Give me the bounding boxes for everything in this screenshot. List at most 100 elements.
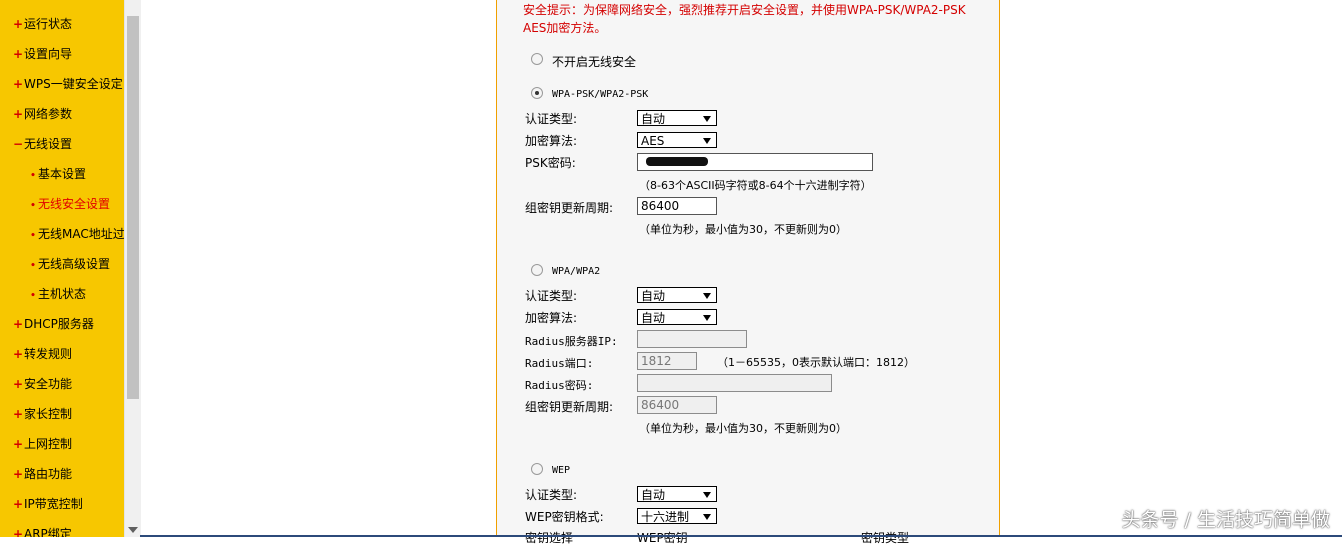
wpa-rekey-hint: （单位为秒，最小值为30，不更新则为0）: [639, 422, 847, 435]
wep-col-key-type: 密钥类型: [861, 531, 910, 545]
wep-col-key-select: 密钥选择: [525, 531, 574, 545]
radio-wpa-label: WPA/WPA2: [552, 266, 601, 277]
psk-cipher-select[interactable]: AES: [637, 132, 717, 148]
sidebar-item-label: 无线安全设置: [38, 197, 111, 211]
sidebar-item-access-control[interactable]: +上网控制: [12, 435, 72, 453]
radius-ip-input[interactable]: [637, 330, 747, 348]
select-value: 自动: [641, 488, 666, 502]
select-value: 自动: [641, 112, 666, 126]
sidebar-scrollbar[interactable]: [124, 0, 141, 537]
sidebar-item-network[interactable]: +网络参数: [12, 105, 72, 123]
redacted-password-mask: [646, 157, 708, 166]
psk-auth-type-label: 认证类型:: [525, 112, 578, 126]
psk-password-hint: （8-63个ASCII码字符或8-64个十六进制字符）: [639, 179, 872, 192]
scroll-down-arrow-icon[interactable]: [128, 527, 138, 533]
expand-plus-icon: +: [12, 497, 24, 511]
dropdown-arrow-icon: [703, 514, 711, 520]
expand-plus-icon: +: [12, 347, 24, 361]
bullet-icon: •: [30, 201, 36, 211]
radio-wpa-psk[interactable]: [531, 87, 543, 99]
sidebar-subitem-advanced[interactable]: • 无线高级设置: [28, 255, 110, 273]
wep-col-wep-key: WEP密钥: [637, 531, 688, 545]
sidebar-item-routing[interactable]: +路由功能: [12, 465, 72, 483]
psk-rekey-label: 组密钥更新周期:: [525, 201, 614, 215]
psk-password-input[interactable]: [637, 153, 873, 171]
select-value: 十六进制: [641, 510, 690, 524]
sidebar-item-forwarding[interactable]: +转发规则: [12, 345, 72, 363]
collapse-minus-icon: −: [12, 137, 24, 151]
expand-plus-icon: +: [12, 467, 24, 481]
wep-key-format-select[interactable]: 十六进制: [637, 508, 717, 524]
sidebar-item-security-func[interactable]: +安全功能: [12, 375, 72, 393]
wpa-cipher-label: 加密算法:: [525, 311, 578, 325]
sidebar-menu: +运行状态 +设置向导 +WPS一键安全设定 +网络参数 −无线设置 • 基本设置…: [0, 0, 124, 537]
expand-plus-icon: +: [12, 377, 24, 391]
radio-wep[interactable]: [531, 463, 543, 475]
wpa-auth-type-select[interactable]: 自动: [637, 287, 717, 303]
scrollbar-thumb[interactable]: [127, 16, 139, 399]
expand-plus-icon: +: [12, 527, 24, 537]
sidebar-item-label: 路由功能: [24, 467, 73, 481]
bullet-icon: •: [30, 261, 36, 271]
sidebar-item-label: IP带宽控制: [24, 497, 83, 511]
radius-port-input[interactable]: 1812: [637, 352, 697, 370]
wep-key-format-label: WEP密钥格式:: [525, 510, 604, 524]
dropdown-arrow-icon: [703, 116, 711, 122]
sidebar-item-wps[interactable]: +WPS一键安全设定: [12, 75, 123, 93]
radius-port-hint: （1－65535，0表示默认端口：1812）: [717, 356, 915, 369]
psk-rekey-hint: （单位为秒，最小值为30，不更新则为0）: [639, 223, 847, 236]
sidebar-item-arp[interactable]: +ARP绑定: [12, 525, 72, 537]
wpa-cipher-select[interactable]: 自动: [637, 309, 717, 325]
sidebar-subitem-basic[interactable]: • 基本设置: [28, 165, 86, 183]
bullet-icon: •: [30, 171, 36, 181]
sidebar-item-parental[interactable]: +家长控制: [12, 405, 72, 423]
sidebar-item-label: 无线设置: [24, 137, 73, 151]
radio-wpa-psk-label: WPA-PSK/WPA2-PSK: [552, 89, 649, 100]
radio-no-security-label: 不开启无线安全: [552, 55, 637, 69]
psk-cipher-label: 加密算法:: [525, 134, 578, 148]
sidebar-item-wireless[interactable]: −无线设置: [12, 135, 72, 153]
expand-plus-icon: +: [12, 437, 24, 451]
sidebar-item-label: 家长控制: [24, 407, 73, 421]
psk-password-label: PSK密码:: [525, 156, 576, 170]
sidebar-item-label: 安全功能: [24, 377, 73, 391]
sidebar-item-label: 上网控制: [24, 437, 73, 451]
radio-wpa[interactable]: [531, 264, 543, 276]
radius-password-input[interactable]: [637, 374, 832, 392]
select-value: 自动: [641, 289, 666, 303]
radius-password-label: Radius密码:: [525, 379, 594, 392]
bullet-icon: •: [30, 291, 36, 301]
expand-plus-icon: +: [12, 407, 24, 421]
sidebar-subitem-security[interactable]: • 无线安全设置: [28, 195, 110, 213]
sidebar-item-label: 无线高级设置: [38, 257, 111, 271]
sidebar-subitem-mac-filter[interactable]: •无线MAC地址过滤: [28, 225, 124, 243]
sidebar-item-bandwidth[interactable]: +IP带宽控制: [12, 495, 83, 513]
sidebar-item-label: 基本设置: [38, 167, 87, 181]
sidebar-item-label: 设置向导: [24, 47, 73, 61]
sidebar-item-label: 网络参数: [24, 107, 73, 121]
wpa-rekey-input[interactable]: 86400: [637, 396, 717, 414]
expand-plus-icon: +: [12, 107, 24, 121]
dropdown-arrow-icon: [703, 492, 711, 498]
sidebar-item-status[interactable]: +运行状态: [12, 15, 72, 33]
watermark-text: 头条号 / 生活技巧简单做: [1121, 509, 1330, 531]
sidebar-subitem-host-status[interactable]: • 主机状态: [28, 285, 86, 303]
sidebar-item-label: 主机状态: [38, 287, 87, 301]
sidebar-item-label: 运行状态: [24, 17, 73, 31]
select-value: AES: [641, 134, 665, 148]
sidebar-item-label: WPS一键安全设定: [24, 77, 123, 91]
sidebar-item-label: 无线MAC地址过滤: [38, 227, 124, 241]
bullet-icon: •: [30, 231, 36, 241]
sidebar-item-dhcp[interactable]: +DHCP服务器: [12, 315, 94, 333]
sidebar-item-wizard[interactable]: +设置向导: [12, 45, 72, 63]
psk-rekey-input[interactable]: 86400: [637, 197, 717, 215]
radio-no-security[interactable]: [531, 53, 543, 65]
dropdown-arrow-icon: [703, 293, 711, 299]
radius-ip-label: Radius服务器IP:: [525, 335, 618, 348]
wep-auth-type-select[interactable]: 自动: [637, 486, 717, 502]
wireless-security-panel: 安全提示：为保障网络安全，强烈推荐开启安全设置，并使用WPA-PSK/WPA2-…: [496, 0, 1000, 545]
wpa-rekey-label: 组密钥更新周期:: [525, 400, 614, 414]
psk-auth-type-select[interactable]: 自动: [637, 110, 717, 126]
sidebar-item-label: DHCP服务器: [24, 317, 94, 331]
dropdown-arrow-icon: [703, 138, 711, 144]
